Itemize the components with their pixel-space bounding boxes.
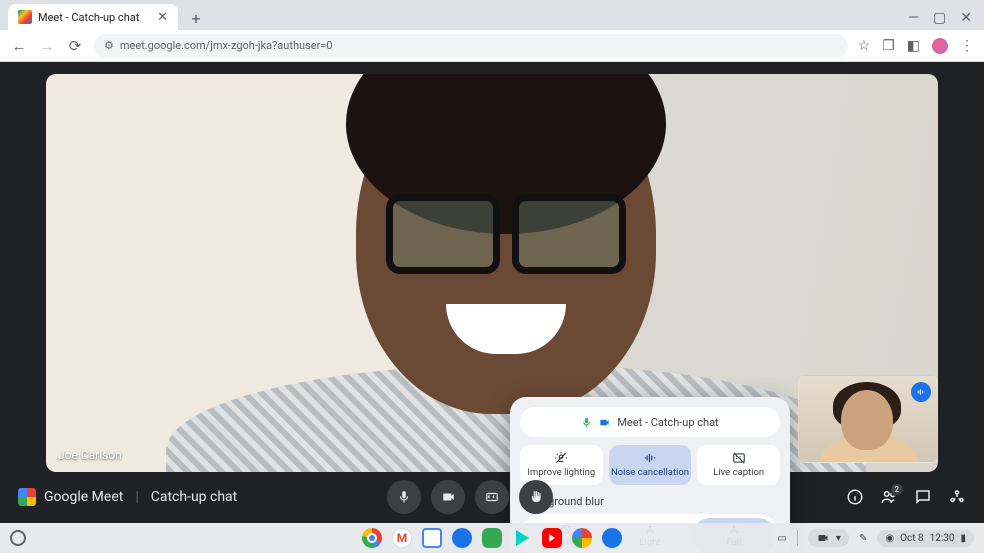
phone-hub-icon[interactable]: ▭ — [777, 533, 786, 544]
profile-avatar[interactable] — [932, 38, 948, 54]
site-info-icon[interactable]: ⚙ — [104, 39, 114, 52]
meeting-details-icon[interactable] — [846, 488, 864, 506]
shelf-time: 12:30 — [930, 533, 955, 544]
shelf-apps: M — [362, 528, 622, 548]
forward-button[interactable]: → — [38, 37, 56, 55]
launcher-button[interactable] — [10, 530, 26, 546]
browser-toolbar: ← → ⟳ ⚙ meet.google.com/jmx-zgoh-jka?aut… — [0, 30, 984, 62]
extensions-icon[interactable]: ❐ — [882, 38, 895, 54]
shelf-date: Oct 8 — [900, 533, 924, 544]
status-tray[interactable]: ◉ Oct 8 12:30 ▮ — [877, 530, 974, 547]
brand-text: Google Meet — [44, 489, 123, 505]
bookmark-icon[interactable]: ☆ — [858, 38, 871, 54]
photos-app-icon[interactable] — [572, 528, 592, 548]
raise-hand[interactable] — [519, 480, 553, 514]
chromeos-shelf: M ▭ ▾ ✎ ◉ Oct 8 12:30 ▮ — [0, 523, 984, 553]
reload-button[interactable]: ⟳ — [66, 37, 84, 55]
chat-icon[interactable] — [914, 488, 932, 506]
panel-title: Meet - Catch-up chat — [617, 416, 718, 429]
new-tab-button[interactable]: + — [184, 6, 208, 30]
tab-close-icon[interactable]: ✕ — [157, 10, 168, 25]
camera-icon — [598, 417, 611, 428]
messages-app-icon[interactable] — [452, 528, 472, 548]
participant-name: Joe Carlson — [58, 448, 122, 462]
meet-logo-icon — [18, 488, 36, 506]
back-button[interactable]: ← — [10, 37, 28, 55]
url-text: meet.google.com/jmx-zgoh-jka?authuser=0 — [120, 39, 333, 52]
mic-toggle[interactable] — [387, 480, 421, 514]
lighting-icon — [554, 451, 568, 465]
panel-header[interactable]: Meet - Catch-up chat — [520, 407, 780, 437]
meet-favicon — [18, 10, 32, 24]
activities-icon[interactable] — [948, 488, 966, 506]
tab-title: Meet - Catch-up chat — [38, 11, 139, 24]
window-controls: — ▢ ✕ — [908, 10, 984, 30]
camera-toggle[interactable] — [431, 480, 465, 514]
browser-tab[interactable]: Meet - Catch-up chat ✕ — [8, 4, 178, 30]
window-maximize-icon[interactable]: ▢ — [933, 10, 946, 26]
stylus-icon[interactable]: ✎ — [859, 533, 867, 544]
youtube-app-icon[interactable] — [542, 528, 562, 548]
glasses-icon — [386, 194, 626, 264]
window-minimize-icon[interactable]: — — [908, 10, 919, 26]
captions-toggle[interactable] — [475, 480, 509, 514]
meet-bottombar: Google Meet | Catch-up chat — [0, 471, 984, 523]
side-panel-icon[interactable]: ◧ — [907, 38, 920, 54]
mic-icon — [581, 417, 592, 428]
people-icon[interactable] — [880, 488, 898, 506]
self-mic-indicator — [911, 382, 931, 402]
chrome-menu-icon[interactable]: ⋮ — [960, 38, 974, 54]
play-app-icon[interactable] — [512, 528, 532, 548]
meet-brand: Google Meet | Catch-up chat — [18, 488, 237, 506]
self-view[interactable] — [798, 375, 938, 463]
battery-icon: ▮ — [960, 533, 966, 544]
gmail-app-icon[interactable]: M — [392, 528, 412, 548]
window-close-icon[interactable]: ✕ — [960, 10, 972, 26]
meet-app: Joe Carlson Meet - Catch-up chat Improve… — [0, 62, 984, 523]
chat-app-icon[interactable] — [482, 528, 502, 548]
files-app-icon[interactable] — [602, 528, 622, 548]
meet-shelf-chip[interactable]: ▾ — [808, 529, 849, 547]
meeting-name: Catch-up chat — [151, 489, 238, 505]
calendar-app-icon[interactable] — [422, 528, 442, 548]
window-titlebar: Meet - Catch-up chat ✕ + — ▢ ✕ — [0, 0, 984, 30]
address-bar[interactable]: ⚙ meet.google.com/jmx-zgoh-jka?authuser=… — [94, 34, 848, 58]
noise-icon — [642, 451, 658, 465]
caption-icon — [732, 451, 746, 465]
wifi-icon: ◉ — [885, 533, 894, 544]
chrome-app-icon[interactable] — [362, 528, 382, 548]
